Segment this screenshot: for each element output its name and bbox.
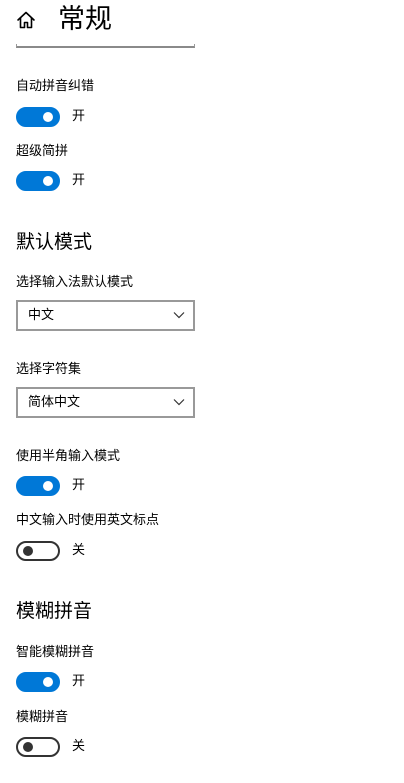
ime-mode-dropdown[interactable]: 中文: [16, 300, 195, 331]
charset-dropdown[interactable]: 简体中文: [16, 387, 195, 418]
auto-correct-state: 开: [72, 109, 86, 124]
page-title: 常规: [58, 4, 112, 35]
half-width-toggle[interactable]: [16, 476, 60, 496]
auto-correct-label: 自动拼音纠错: [16, 79, 95, 94]
charset-label: 选择字符集: [16, 362, 82, 377]
fuzzy-toggle[interactable]: [16, 737, 60, 757]
english-punct-label: 中文输入时使用英文标点: [16, 513, 160, 528]
toggle-knob: [43, 176, 53, 186]
toggle-knob: [43, 677, 53, 687]
default-mode-heading: 默认模式: [16, 231, 93, 253]
fuzzy-pinyin-heading: 模糊拼音: [16, 600, 93, 622]
fuzzy-label: 模糊拼音: [16, 710, 69, 725]
toggle-knob: [43, 112, 53, 122]
english-punct-toggle[interactable]: [16, 541, 60, 561]
ime-mode-label: 选择输入法默认模式: [16, 275, 134, 290]
toggle-knob: [23, 742, 33, 752]
half-width-state: 开: [72, 478, 86, 493]
english-punct-state: 关: [72, 543, 86, 558]
scrolled-input-bottom-edge: [16, 44, 195, 48]
smart-fuzzy-label: 智能模糊拼音: [16, 645, 95, 660]
charset-value: 简体中文: [28, 395, 81, 410]
smart-fuzzy-toggle[interactable]: [16, 672, 60, 692]
home-icon[interactable]: [15, 9, 37, 31]
super-jianpin-label: 超级简拼: [16, 144, 69, 159]
ime-mode-value: 中文: [28, 308, 55, 323]
chevron-down-icon: [173, 312, 185, 319]
chevron-down-icon: [173, 399, 185, 406]
toggle-knob: [23, 546, 33, 556]
smart-fuzzy-state: 开: [72, 674, 86, 689]
toggle-knob: [43, 481, 53, 491]
fuzzy-state: 关: [72, 739, 86, 754]
half-width-label: 使用半角输入模式: [16, 449, 121, 464]
auto-correct-toggle[interactable]: [16, 107, 60, 127]
super-jianpin-toggle[interactable]: [16, 171, 60, 191]
super-jianpin-state: 开: [72, 173, 86, 188]
